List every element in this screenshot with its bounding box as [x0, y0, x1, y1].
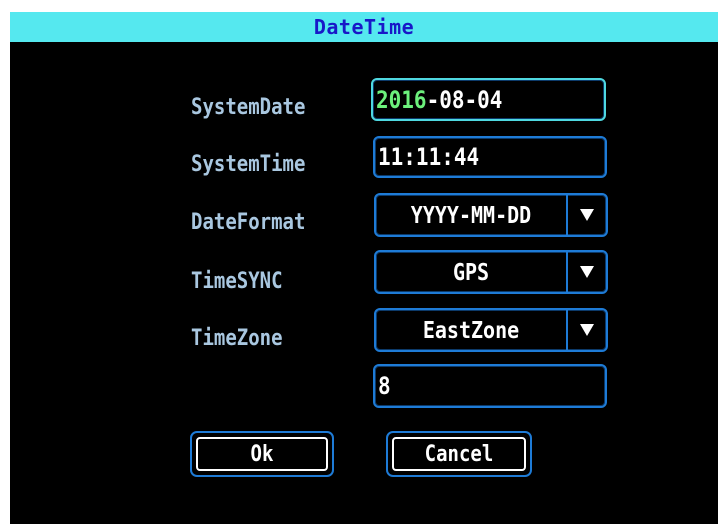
triangle-down-icon[interactable] — [568, 195, 606, 235]
time-sync-label: TimeSYNC — [191, 268, 283, 294]
system-date-input[interactable]: 2016-08-04 — [371, 78, 606, 121]
ok-button[interactable]: Ok — [190, 431, 334, 477]
date-format-value: YYYY-MM-DD — [410, 201, 532, 229]
system-time-input[interactable]: 11:11:44 — [373, 136, 607, 178]
datetime-dialog: DateTime SystemDate 2016-08-04 SystemTim… — [10, 12, 718, 524]
time-zone-label: TimeZone — [191, 325, 283, 351]
time-zone-select[interactable]: EastZone — [374, 308, 608, 352]
zone-offset-input[interactable]: 8 — [373, 364, 607, 408]
date-format-label: DateFormat — [191, 209, 306, 235]
system-date-label: SystemDate — [191, 94, 306, 120]
time-sync-select[interactable]: GPS — [374, 250, 608, 294]
time-zone-value: EastZone — [422, 316, 520, 344]
system-time-value: 11:11:44 — [378, 143, 480, 171]
system-date-year: 2016 — [376, 85, 427, 114]
date-format-select[interactable]: YYYY-MM-DD — [374, 193, 608, 237]
dialog-title: DateTime — [313, 15, 415, 39]
zone-offset-value: 8 — [378, 372, 391, 400]
system-date-rest: -08-04 — [426, 85, 503, 114]
cancel-button-label: Cancel — [424, 441, 494, 467]
triangle-down-icon[interactable] — [568, 310, 606, 350]
cancel-button[interactable]: Cancel — [386, 431, 532, 477]
time-sync-value: GPS — [452, 258, 490, 286]
dialog-title-bar: DateTime — [10, 12, 718, 42]
triangle-down-icon[interactable] — [568, 252, 606, 292]
ok-button-label: Ok — [250, 441, 274, 467]
system-time-label: SystemTime — [191, 151, 306, 177]
